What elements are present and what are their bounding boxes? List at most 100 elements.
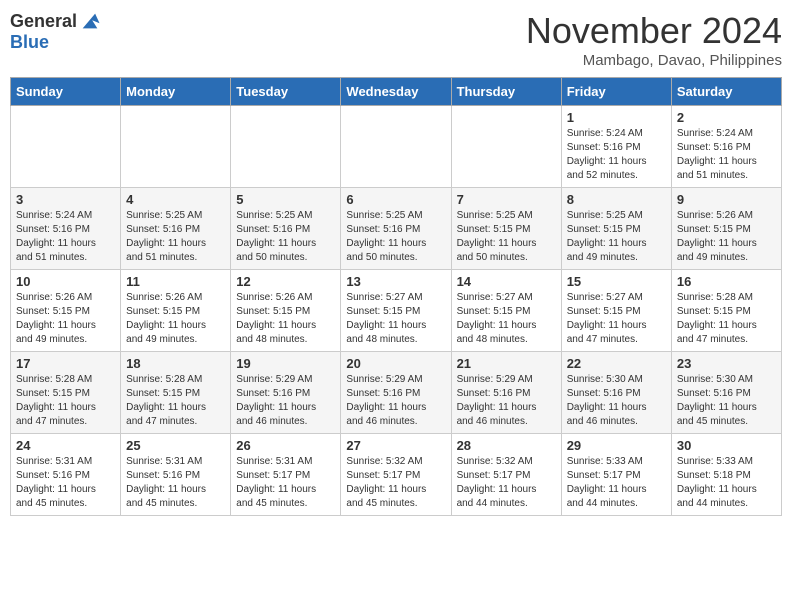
weekday-header-sunday: Sunday [11,78,121,106]
day-info: Sunrise: 5:24 AM Sunset: 5:16 PM Dayligh… [567,127,666,183]
calendar-day-cell: 3Sunrise: 5:24 AM Sunset: 5:16 PM Daylig… [11,188,121,270]
day-info: Sunrise: 5:26 AM Sunset: 5:15 PM Dayligh… [236,291,335,347]
day-info: Sunrise: 5:32 AM Sunset: 5:17 PM Dayligh… [346,455,445,511]
logo-icon [79,10,101,32]
day-info: Sunrise: 5:32 AM Sunset: 5:17 PM Dayligh… [457,455,556,511]
day-number: 28 [457,438,556,453]
day-number: 23 [677,356,776,371]
day-number: 16 [677,274,776,289]
calendar-day-cell: 17Sunrise: 5:28 AM Sunset: 5:15 PM Dayli… [11,352,121,434]
day-number: 29 [567,438,666,453]
day-info: Sunrise: 5:25 AM Sunset: 5:16 PM Dayligh… [236,209,335,265]
day-number: 27 [346,438,445,453]
calendar-day-cell: 7 Sunrise: 5:25 AM Sunset: 5:15 PM Daylig… [451,188,561,270]
calendar-week-row: 17Sunrise: 5:28 AM Sunset: 5:15 PM Dayli… [11,352,782,434]
calendar-day-cell: 13 Sunrise: 5:27 AM Sunset: 5:15 PM Dayli… [341,270,451,352]
day-info: Sunrise: 5:26 AM Sunset: 5:15 PM Dayligh… [677,209,776,265]
weekday-header-wednesday: Wednesday [341,78,451,106]
calendar-day-cell: 27 Sunrise: 5:32 AM Sunset: 5:17 PM Dayli… [341,434,451,516]
day-info: Sunrise: 5:29 AM Sunset: 5:16 PM Dayligh… [457,373,556,429]
day-info: Sunrise: 5:31 AM Sunset: 5:17 PM Dayligh… [236,455,335,511]
day-info: Sunrise: 5:28 AM Sunset: 5:15 PM Dayligh… [677,291,776,347]
day-number: 12 [236,274,335,289]
day-number: 6 [346,192,445,207]
weekday-header-saturday: Saturday [671,78,781,106]
calendar-day-cell: 15Sunrise: 5:27 AM Sunset: 5:15 PM Dayli… [561,270,671,352]
day-info: Sunrise: 5:25 AM Sunset: 5:16 PM Dayligh… [126,209,225,265]
day-info: Sunrise: 5:25 AM Sunset: 5:16 PM Dayligh… [346,209,445,265]
calendar-day-cell: 1 Sunrise: 5:24 AM Sunset: 5:16 PM Daylig… [561,106,671,188]
day-number: 4 [126,192,225,207]
day-number: 14 [457,274,556,289]
calendar-day-cell: 29 Sunrise: 5:33 AM Sunset: 5:17 PM Dayli… [561,434,671,516]
day-number: 1 [567,110,666,125]
day-info: Sunrise: 5:33 AM Sunset: 5:18 PM Dayligh… [677,455,776,511]
day-info: Sunrise: 5:27 AM Sunset: 5:15 PM Dayligh… [457,291,556,347]
day-number: 13 [346,274,445,289]
calendar-day-cell: 6 Sunrise: 5:25 AM Sunset: 5:16 PM Daylig… [341,188,451,270]
calendar-day-cell: 18 Sunrise: 5:28 AM Sunset: 5:15 PM Dayli… [121,352,231,434]
calendar-day-cell [231,106,341,188]
calendar-day-cell: 23 Sunrise: 5:30 AM Sunset: 5:16 PM Dayli… [671,352,781,434]
day-info: Sunrise: 5:31 AM Sunset: 5:16 PM Dayligh… [126,455,225,511]
logo-general-text: General [10,11,77,32]
calendar-day-cell: 19 Sunrise: 5:29 AM Sunset: 5:16 PM Dayli… [231,352,341,434]
calendar-day-cell: 30 Sunrise: 5:33 AM Sunset: 5:18 PM Dayli… [671,434,781,516]
day-number: 11 [126,274,225,289]
day-info: Sunrise: 5:31 AM Sunset: 5:16 PM Dayligh… [16,455,115,511]
calendar-day-cell: 9 Sunrise: 5:26 AM Sunset: 5:15 PM Daylig… [671,188,781,270]
day-info: Sunrise: 5:25 AM Sunset: 5:15 PM Dayligh… [567,209,666,265]
day-info: Sunrise: 5:27 AM Sunset: 5:15 PM Dayligh… [346,291,445,347]
month-title: November 2024 [526,10,782,52]
day-number: 25 [126,438,225,453]
day-info: Sunrise: 5:30 AM Sunset: 5:16 PM Dayligh… [567,373,666,429]
calendar-day-cell [121,106,231,188]
day-number: 26 [236,438,335,453]
day-info: Sunrise: 5:26 AM Sunset: 5:15 PM Dayligh… [126,291,225,347]
day-info: Sunrise: 5:30 AM Sunset: 5:16 PM Dayligh… [677,373,776,429]
calendar-day-cell [451,106,561,188]
calendar-day-cell: 16 Sunrise: 5:28 AM Sunset: 5:15 PM Dayli… [671,270,781,352]
calendar-day-cell: 20 Sunrise: 5:29 AM Sunset: 5:16 PM Dayli… [341,352,451,434]
calendar-week-row: 10 Sunrise: 5:26 AM Sunset: 5:15 PM Dayli… [11,270,782,352]
day-info: Sunrise: 5:28 AM Sunset: 5:15 PM Dayligh… [16,373,115,429]
location-subtitle: Mambago, Davao, Philippines [526,52,782,69]
calendar-day-cell: 4 Sunrise: 5:25 AM Sunset: 5:16 PM Daylig… [121,188,231,270]
calendar-header-row: SundayMondayTuesdayWednesdayThursdayFrid… [11,78,782,106]
calendar-day-cell [11,106,121,188]
calendar-day-cell: 12 Sunrise: 5:26 AM Sunset: 5:15 PM Dayli… [231,270,341,352]
calendar-day-cell: 2Sunrise: 5:24 AM Sunset: 5:16 PM Daylig… [671,106,781,188]
day-number: 30 [677,438,776,453]
calendar-day-cell: 10 Sunrise: 5:26 AM Sunset: 5:15 PM Dayli… [11,270,121,352]
logo-blue-text: Blue [10,32,49,53]
day-number: 24 [16,438,115,453]
day-number: 9 [677,192,776,207]
day-number: 5 [236,192,335,207]
day-info: Sunrise: 5:33 AM Sunset: 5:17 PM Dayligh… [567,455,666,511]
day-number: 20 [346,356,445,371]
day-info: Sunrise: 5:28 AM Sunset: 5:15 PM Dayligh… [126,373,225,429]
day-info: Sunrise: 5:25 AM Sunset: 5:15 PM Dayligh… [457,209,556,265]
day-info: Sunrise: 5:29 AM Sunset: 5:16 PM Dayligh… [346,373,445,429]
day-number: 3 [16,192,115,207]
day-number: 21 [457,356,556,371]
day-number: 19 [236,356,335,371]
calendar-day-cell: 25 Sunrise: 5:31 AM Sunset: 5:16 PM Dayli… [121,434,231,516]
calendar-table: SundayMondayTuesdayWednesdayThursdayFrid… [10,77,782,516]
day-info: Sunrise: 5:29 AM Sunset: 5:16 PM Dayligh… [236,373,335,429]
day-number: 18 [126,356,225,371]
weekday-header-thursday: Thursday [451,78,561,106]
day-info: Sunrise: 5:26 AM Sunset: 5:15 PM Dayligh… [16,291,115,347]
calendar-week-row: 24 Sunrise: 5:31 AM Sunset: 5:16 PM Dayli… [11,434,782,516]
calendar-week-row: 3Sunrise: 5:24 AM Sunset: 5:16 PM Daylig… [11,188,782,270]
calendar-week-row: 1 Sunrise: 5:24 AM Sunset: 5:16 PM Daylig… [11,106,782,188]
day-number: 22 [567,356,666,371]
calendar-day-cell: 11 Sunrise: 5:26 AM Sunset: 5:15 PM Dayli… [121,270,231,352]
calendar-day-cell: 24 Sunrise: 5:31 AM Sunset: 5:16 PM Dayli… [11,434,121,516]
day-number: 10 [16,274,115,289]
calendar-day-cell: 26 Sunrise: 5:31 AM Sunset: 5:17 PM Dayli… [231,434,341,516]
calendar-day-cell: 8Sunrise: 5:25 AM Sunset: 5:15 PM Daylig… [561,188,671,270]
day-number: 7 [457,192,556,207]
calendar-day-cell: 5 Sunrise: 5:25 AM Sunset: 5:16 PM Daylig… [231,188,341,270]
logo: General Blue [10,10,101,53]
